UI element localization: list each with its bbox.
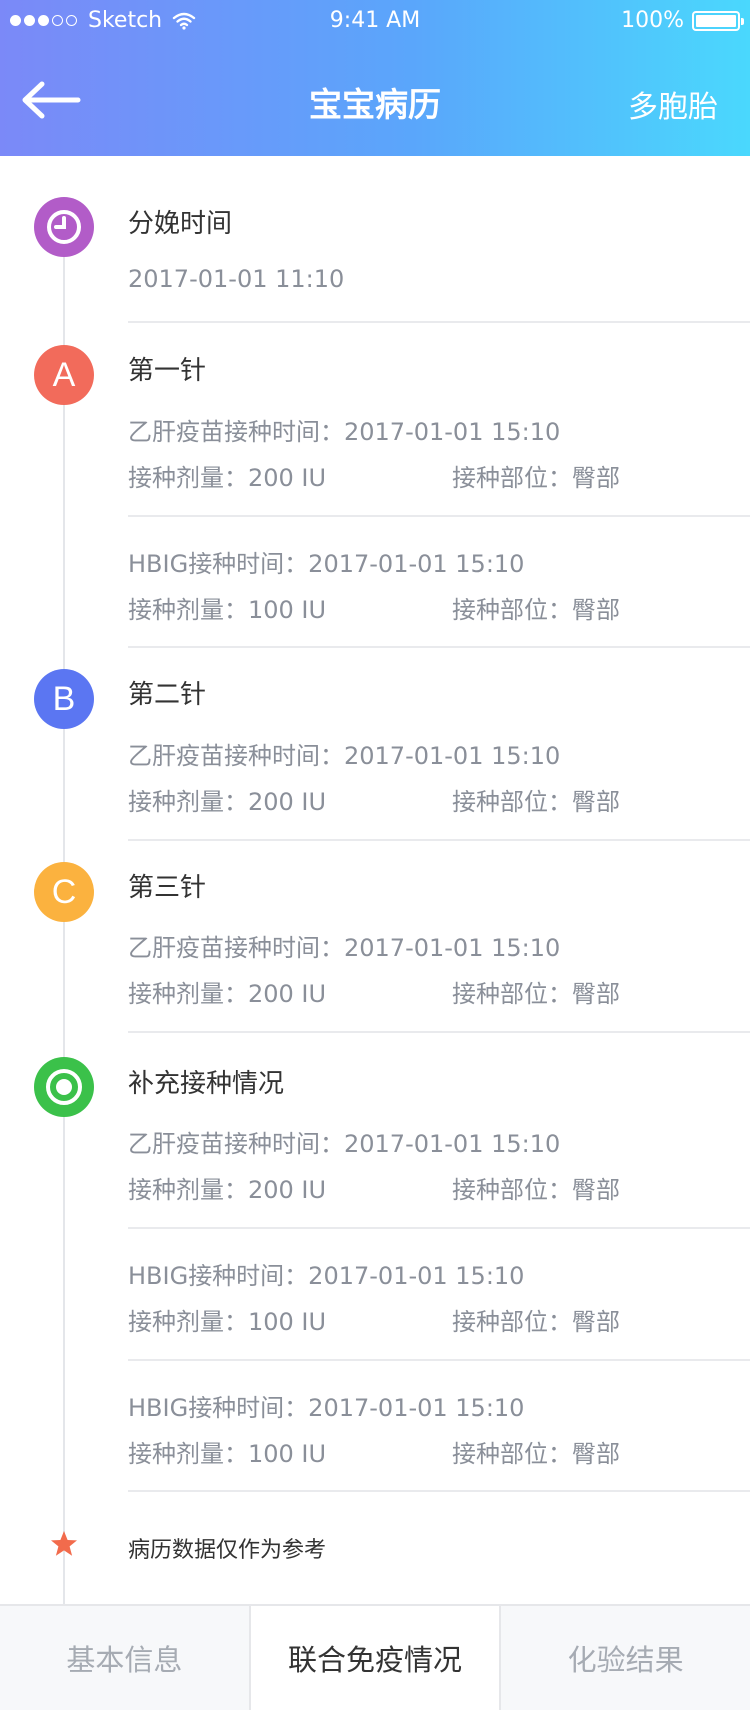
vaccine-site: 接种部位：臀部: [452, 464, 620, 492]
divider: [128, 1359, 750, 1361]
dose-marker-c: C: [34, 862, 94, 922]
status-right: 100%: [621, 8, 744, 33]
battery-label: 100%: [621, 8, 684, 33]
vaccine-dose: 接种剂量：200 IU: [128, 464, 327, 492]
hbig-time: HBIG接种时间：2017-01-01 15:10: [128, 550, 525, 578]
tab-lab-results[interactable]: 化验结果: [499, 1606, 750, 1710]
clock-icon: [34, 197, 94, 257]
hbig-time: HBIG接种时间：2017-01-01 15:10: [128, 1394, 525, 1422]
dose-title: 第一针: [128, 356, 207, 386]
divider: [128, 515, 750, 517]
vaccine-dose: 接种剂量：200 IU: [128, 980, 327, 1008]
hbig-time: HBIG接种时间：2017-01-01 15:10: [128, 1262, 525, 1290]
divider: [128, 646, 750, 648]
vaccine-time: 乙肝疫苗接种时间：2017-01-01 15:10: [128, 934, 561, 962]
header: Sketch 9:41 AM 100% 宝宝病历 多胞胎: [0, 0, 750, 156]
dose-title: 第三针: [128, 873, 207, 903]
hbig-dose: 接种剂量：100 IU: [128, 596, 327, 624]
tab-immunization[interactable]: 联合免疫情况: [248, 1606, 500, 1710]
supplement-title: 补充接种情况: [128, 1069, 285, 1099]
vaccine-site: 接种部位：臀部: [452, 1176, 620, 1204]
vaccine-time: 乙肝疫苗接种时间：2017-01-01 15:10: [128, 418, 561, 446]
vaccine-site: 接种部位：臀部: [452, 980, 620, 1008]
hbig-dose: 接种剂量：100 IU: [128, 1308, 327, 1336]
divider: [128, 1031, 750, 1033]
vaccine-time: 乙肝疫苗接种时间：2017-01-01 15:10: [128, 1130, 561, 1158]
multiple-births-button[interactable]: 多胞胎: [628, 82, 718, 126]
target-icon: [34, 1057, 94, 1117]
reference-note: 病历数据仅作为参考: [128, 1538, 327, 1563]
status-bar: Sketch 9:41 AM 100%: [0, 0, 750, 40]
vaccine-time: 乙肝疫苗接种时间：2017-01-01 15:10: [128, 742, 561, 770]
battery-icon: [692, 10, 744, 31]
hbig-site: 接种部位：臀部: [452, 596, 620, 624]
delivery-time: 2017-01-01 11:10: [128, 265, 345, 293]
hbig-site: 接种部位：臀部: [452, 1440, 620, 1468]
hbig-site: 接种部位：臀部: [452, 1308, 620, 1336]
tab-basic-info[interactable]: 基本信息: [0, 1606, 249, 1710]
dose-marker-a: A: [34, 345, 94, 405]
vaccine-dose: 接种剂量：200 IU: [128, 788, 327, 816]
divider: [128, 1227, 750, 1229]
star-icon: [51, 1531, 77, 1556]
divider: [128, 321, 750, 323]
delivery-title: 分娩时间: [128, 209, 233, 239]
divider: [128, 1490, 750, 1492]
dose-title: 第二针: [128, 680, 207, 710]
vaccine-dose: 接种剂量：200 IU: [128, 1176, 327, 1204]
hbig-dose: 接种剂量：100 IU: [128, 1440, 327, 1468]
dose-marker-b: B: [34, 669, 94, 729]
divider: [128, 839, 750, 841]
vaccine-site: 接种部位：臀部: [452, 788, 620, 816]
bottom-tab-bar: 基本信息 联合免疫情况 化验结果: [0, 1604, 750, 1710]
